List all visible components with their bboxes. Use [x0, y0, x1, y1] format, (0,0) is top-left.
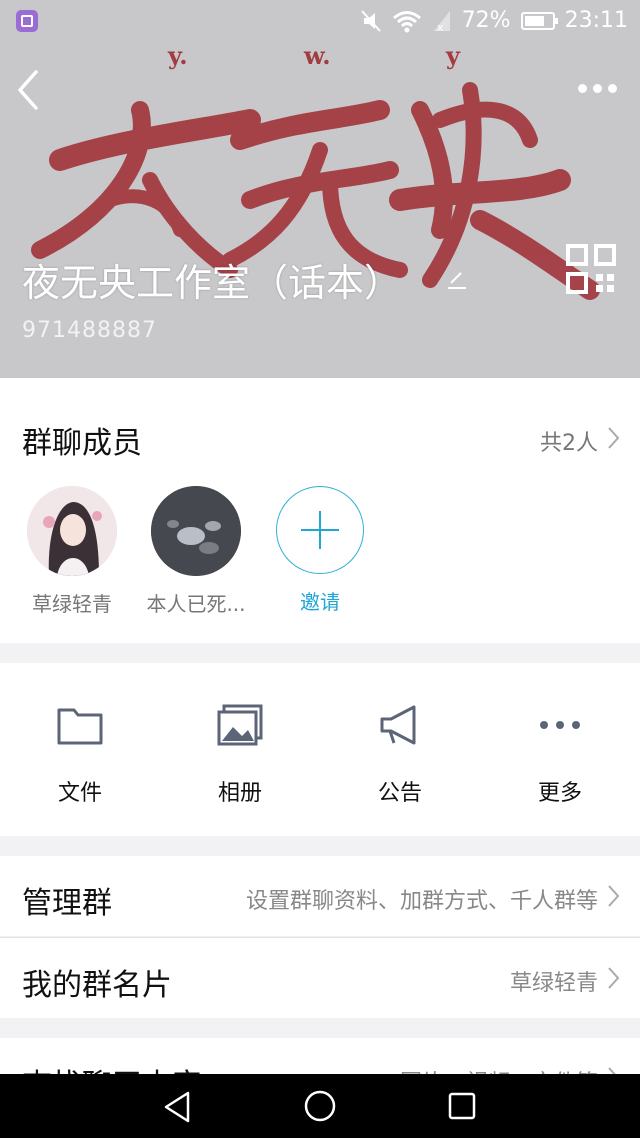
signal-icon: x — [433, 10, 450, 33]
group-id: 971488887 — [22, 318, 157, 343]
group-members-section: 群聊成员 共2人 草绿轻青 本人已死... 邀请 — [0, 378, 640, 643]
chevron-right-icon — [608, 967, 620, 989]
battery-percent: 72% — [461, 8, 511, 33]
avatar — [151, 486, 241, 576]
member-avatar-illustration — [27, 486, 117, 576]
tool-more[interactable]: 更多 — [500, 703, 620, 807]
more-options-button[interactable] — [578, 76, 628, 100]
mute-icon — [360, 9, 381, 32]
group-card-row[interactable]: 我的群名片 草绿轻青 — [0, 938, 640, 1018]
chevron-right-icon — [608, 427, 620, 449]
member-name: 草绿轻青 — [32, 592, 112, 616]
megaphone-icon — [380, 705, 416, 745]
manage-group-row[interactable]: 管理群 设置群聊资料、加群方式、千人群等 — [0, 856, 640, 936]
group-tools-section: 文件 相册 公告 更多 — [0, 663, 640, 836]
group-name: 夜无央工作室（话本） — [22, 261, 403, 305]
member-avatar-photo — [151, 486, 241, 576]
row-value: 设置群聊资料、加群方式、千人群等 — [245, 889, 598, 914]
edit-name-icon[interactable] — [445, 268, 469, 292]
member-count[interactable]: 共2人 — [540, 425, 598, 457]
avatar — [27, 486, 117, 576]
tool-album[interactable]: 相册 — [180, 703, 300, 807]
wifi-icon — [392, 10, 421, 32]
row-title: 我的群名片 — [22, 968, 172, 1003]
members-title: 群聊成员 — [22, 426, 142, 461]
group-header: y. w. y x 72% 23:11 夜无央工作室（话本） 971488887 — [0, 0, 640, 378]
tool-label: 公告 — [377, 781, 422, 806]
qr-code-icon[interactable] — [566, 244, 616, 294]
dot-icon — [608, 83, 617, 93]
member-item[interactable]: 本人已死... — [136, 486, 256, 617]
banner-letter-w: w. — [303, 41, 331, 70]
album-icon — [217, 704, 263, 746]
chevron-left-icon — [18, 70, 38, 110]
invite-label: 邀请 — [300, 590, 340, 614]
chevron-right-icon — [608, 885, 620, 907]
status-time: 23:11 — [564, 8, 628, 33]
nav-home-icon[interactable] — [303, 1089, 337, 1123]
more-dots-icon — [540, 721, 580, 729]
tool-label: 文件 — [57, 781, 102, 806]
nav-back-icon[interactable] — [162, 1090, 194, 1124]
dot-icon — [593, 83, 602, 93]
status-bar: x 72% 23:11 — [0, 0, 640, 44]
banner-letter-y2: y — [445, 41, 461, 70]
svg-text:x: x — [437, 21, 444, 33]
banner-letter-y: y. — [167, 41, 188, 70]
row-title: 管理群 — [22, 886, 112, 921]
row-value: 草绿轻青 — [509, 971, 598, 996]
nav-recents-icon[interactable] — [447, 1091, 477, 1121]
tool-label: 更多 — [537, 781, 582, 806]
member-item[interactable]: 草绿轻青 — [12, 486, 132, 617]
dot-icon — [578, 83, 587, 93]
tool-label: 相册 — [217, 781, 262, 806]
plus-icon — [276, 486, 364, 574]
tool-announcement[interactable]: 公告 — [340, 703, 460, 807]
battery-icon — [520, 11, 558, 30]
folder-icon — [57, 708, 103, 745]
tool-files[interactable]: 文件 — [20, 703, 140, 807]
back-button[interactable] — [10, 62, 50, 118]
invite-button[interactable]: 邀请 — [260, 486, 380, 615]
app-icon — [16, 10, 38, 32]
system-navigation-bar — [0, 1074, 640, 1138]
member-name: 本人已死... — [146, 592, 246, 616]
status-icons: x 72% 23:11 — [360, 8, 628, 33]
